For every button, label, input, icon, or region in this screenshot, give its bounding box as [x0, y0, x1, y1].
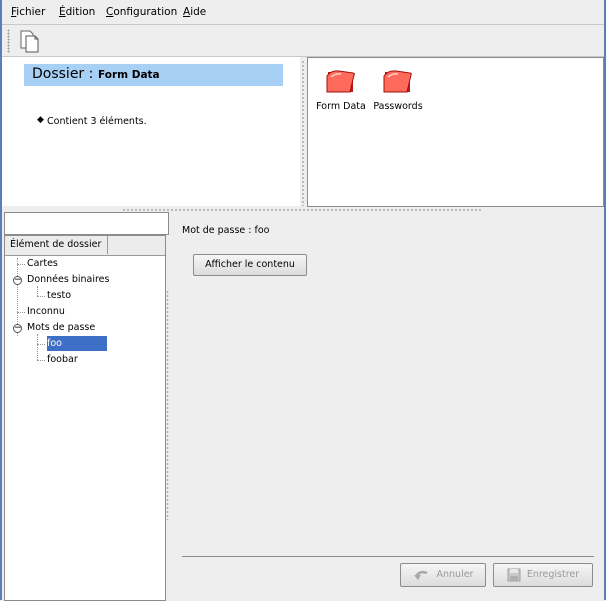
tree-connector [37, 286, 38, 296]
folder-item-count: Contient 3 éléments. [47, 116, 147, 127]
folder-item-passwords[interactable]: Passwords [368, 64, 428, 112]
menu-aide[interactable]: Aide [183, 6, 206, 18]
show-content-button[interactable]: Afficher le contenu [193, 254, 307, 276]
tree-item-foobar[interactable]: foobar [47, 352, 78, 367]
new-document-button[interactable] [17, 29, 41, 56]
folder-icon [326, 70, 355, 93]
folder-header: Dossier : Form Data [24, 64, 283, 86]
tree-column-header[interactable]: Élément de dossier [5, 236, 108, 254]
folder-header-name: Form Data [98, 69, 160, 81]
horizontal-splitter[interactable] [122, 208, 482, 212]
tree-connector [37, 334, 38, 360]
tree-connector [17, 264, 25, 265]
toolbar-grip[interactable] [7, 29, 10, 53]
tree-item-mots-de-passe[interactable]: Mots de passe [27, 320, 95, 335]
tree-search-input[interactable] [4, 212, 169, 235]
separator [182, 556, 594, 557]
tree-item-donnees-binaires[interactable]: Données binaires [27, 272, 109, 287]
bullet-icon: ◆ [37, 115, 44, 125]
tree-header: Élément de dossier [5, 236, 165, 256]
vertical-splitter-bottom[interactable] [166, 290, 169, 520]
password-label: Mot de passe : foo [182, 225, 270, 236]
collapse-toggle-icon[interactable]: − [13, 276, 22, 285]
cancel-button[interactable]: Annuler [400, 563, 486, 587]
folder-icons-panel: Form Data Passwords [307, 57, 604, 207]
tree-item-inconnu[interactable]: Inconnu [27, 304, 65, 319]
menu-edition[interactable]: Édition [59, 6, 95, 18]
folder-label: Form Data [316, 101, 366, 112]
save-button[interactable]: Enregistrer [493, 563, 593, 587]
folder-header-label: Dossier : [32, 66, 94, 82]
toolbar [2, 25, 604, 57]
tree-connector [37, 360, 45, 361]
tree-column-header-extra[interactable] [108, 236, 165, 254]
undo-icon [413, 570, 427, 580]
folder-icon [383, 70, 412, 93]
tree-connector [37, 296, 45, 297]
folder-label: Passwords [373, 101, 423, 112]
tree-connector [37, 344, 45, 345]
folder-item-form-data[interactable]: Form Data [311, 64, 371, 112]
new-document-icon [20, 30, 39, 53]
vertical-splitter-top[interactable] [301, 60, 305, 206]
save-icon [507, 568, 521, 581]
tree-item-cartes[interactable]: Cartes [27, 256, 58, 271]
folder-tree: Élément de dossier Cartes − Données bina… [4, 235, 166, 601]
menu-fichier[interactable]: Fichier [11, 6, 45, 18]
tree-connector [17, 312, 25, 313]
collapse-toggle-icon[interactable]: − [13, 324, 22, 333]
tree-item-foo[interactable]: foo [47, 336, 107, 351]
menu-configuration[interactable]: Configuration [106, 6, 177, 18]
menubar: Fichier Édition Configuration Aide [2, 0, 604, 25]
tree-item-testo[interactable]: testo [47, 288, 71, 303]
